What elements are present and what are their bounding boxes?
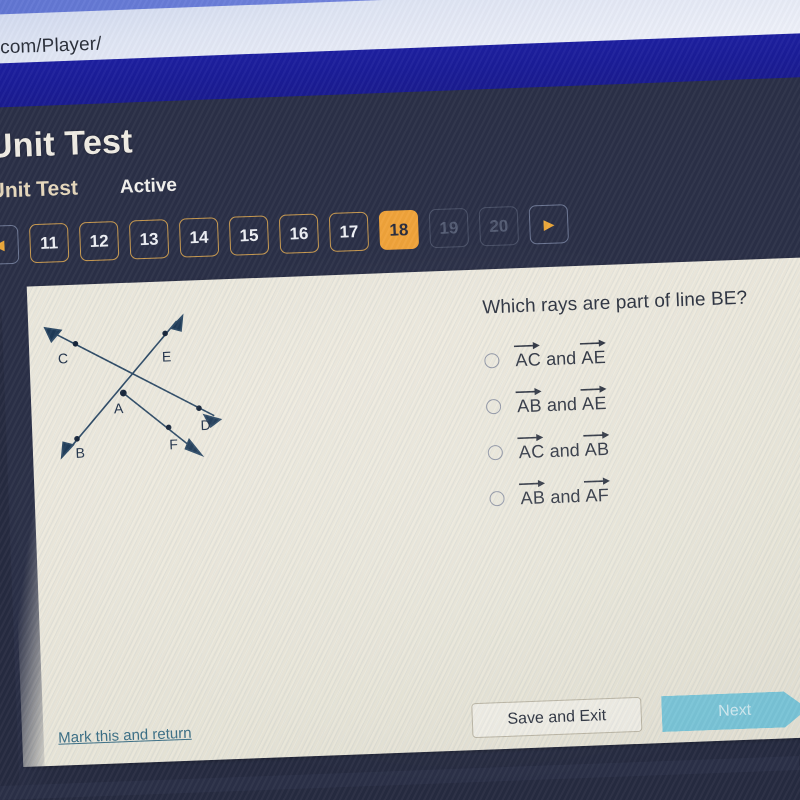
pager-item-14[interactable]: 14	[178, 217, 220, 258]
pager-prev-button[interactable]: ◀	[0, 224, 20, 266]
next-button[interactable]: Next	[661, 691, 800, 732]
pager-item-label: 17	[339, 221, 359, 242]
conjunction: and	[546, 394, 578, 416]
card-footer: Mark this and return Save and Exit Next	[21, 681, 800, 767]
pager-item-11[interactable]: 11	[28, 222, 70, 264]
breadcrumb: Unit Test Active	[0, 173, 177, 204]
conjunction: and	[549, 439, 581, 462]
answer-choice-label: AB and AE	[515, 385, 608, 417]
ray-notation-second: AE	[579, 339, 607, 369]
pager-item-label: 15	[239, 225, 259, 245]
pager-item-label: 20	[489, 215, 509, 236]
pager-item-label: 13	[139, 228, 159, 249]
pager-item-16[interactable]: 16	[278, 213, 320, 254]
ray-notation-second: AF	[583, 477, 610, 507]
status-badge: Active	[119, 174, 178, 198]
figure-label-A: A	[114, 400, 125, 416]
answer-choice-list: AC and AE AB and AE AC and AB AB and AF	[484, 337, 800, 510]
breadcrumb-test-name[interactable]: Unit Test	[0, 176, 78, 203]
figure-label-B: B	[75, 445, 85, 461]
figure-label-F: F	[169, 436, 178, 452]
answer-choice[interactable]: AC and AB	[487, 429, 800, 464]
url-bar-text[interactable]: .com/Player/	[0, 34, 102, 60]
mark-this-and-return-link[interactable]: Mark this and return	[58, 725, 192, 747]
figure-label-C: C	[58, 350, 69, 366]
radio-button[interactable]	[485, 398, 502, 415]
geometry-figure: C E A B D F	[14, 296, 261, 485]
ray-notation-first: AB	[518, 479, 546, 509]
answer-choice-label: AB and AF	[518, 477, 610, 509]
triangle-right-icon: ▶	[543, 216, 555, 232]
answer-choice-label: AC and AB	[517, 431, 610, 463]
conjunction: and	[545, 348, 577, 370]
question-prompt: Which rays are part of line BE?	[481, 287, 748, 319]
ray-notation-first: AC	[513, 342, 542, 371]
pager-next-button[interactable]: ▶	[528, 204, 570, 245]
radio-button[interactable]	[487, 444, 504, 461]
pager-item-17[interactable]: 17	[328, 211, 370, 253]
pager-item-label: 12	[89, 230, 109, 251]
ray-notation-second: AE	[580, 385, 607, 415]
answer-choice[interactable]: AC and AE	[484, 337, 800, 372]
pager-item-label: 11	[39, 232, 59, 253]
pager-item-15[interactable]: 15	[228, 215, 270, 256]
page-title: Unit Test	[0, 122, 134, 166]
ray-notation-first: AB	[515, 388, 543, 417]
browser-tab-strip	[0, 0, 800, 16]
pager-item-19: 19	[428, 207, 470, 249]
pager-item-label: 16	[289, 223, 309, 244]
radio-button[interactable]	[484, 352, 500, 369]
ray-notation-first: AC	[517, 433, 545, 463]
question-card: C E A B D F Which rays are part of line …	[5, 256, 800, 768]
pager-item-label: 14	[189, 227, 209, 247]
point-F-dot	[165, 424, 172, 431]
conjunction: and	[549, 485, 581, 508]
triangle-left-icon: ◀	[0, 236, 5, 253]
pager-item-18[interactable]: 18	[378, 209, 420, 251]
figure-label-D: D	[200, 417, 211, 433]
pager-item-13[interactable]: 13	[128, 219, 170, 260]
pager-item-label: 19	[439, 217, 459, 238]
pager-item-12[interactable]: 12	[78, 220, 120, 262]
answer-choice[interactable]: AB and AF	[489, 475, 800, 510]
figure-label-E: E	[162, 348, 172, 364]
ray-notation-second: AB	[583, 431, 610, 461]
pager-item-20: 20	[478, 205, 520, 247]
screen-photo: .com/Player/ Unit Test Unit Test Active …	[0, 0, 800, 800]
answer-choice[interactable]: AB and AE	[485, 383, 800, 418]
pager-item-label: 18	[389, 219, 409, 240]
save-and-exit-button[interactable]: Save and Exit	[471, 696, 643, 739]
question-pane: Which rays are part of line BE? AC and A…	[482, 285, 800, 533]
question-pager: ◀ 11 12 13 14 15 16 17 18 19 20 ▶	[0, 204, 570, 266]
answer-choice-label: AC and AE	[513, 339, 607, 371]
radio-button[interactable]	[489, 490, 505, 507]
